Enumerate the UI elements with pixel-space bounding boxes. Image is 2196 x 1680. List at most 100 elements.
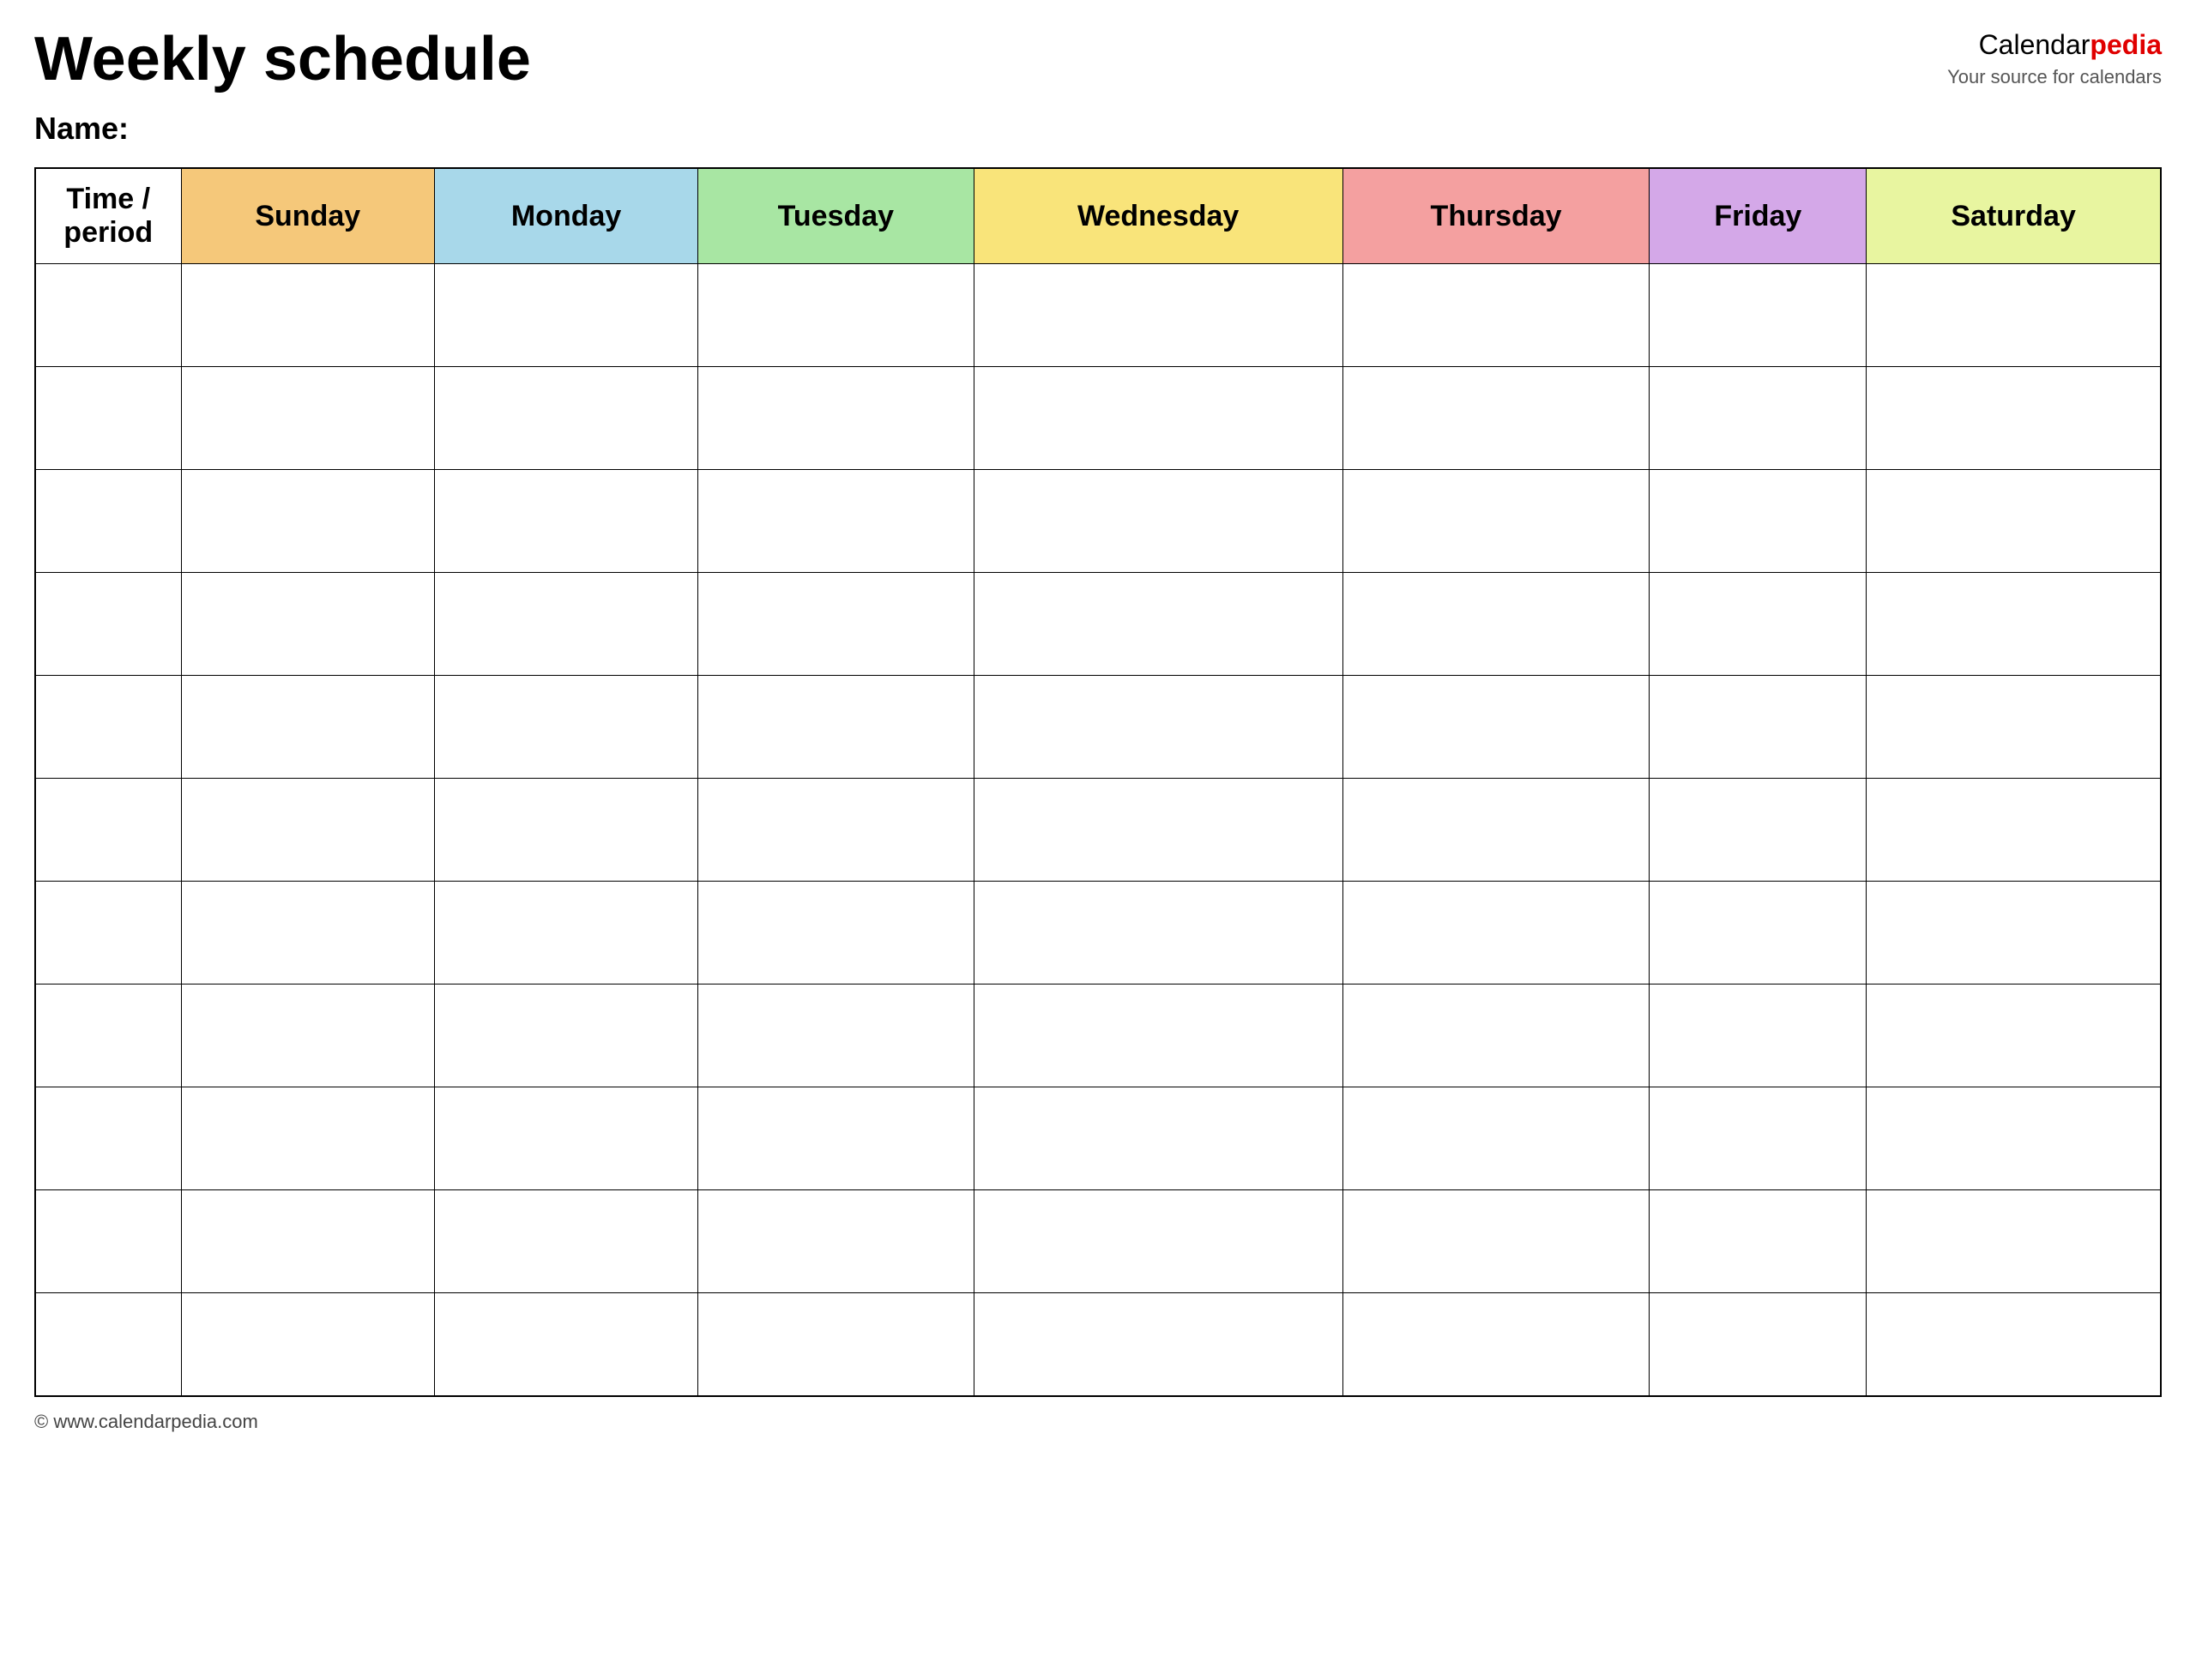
- table-cell[interactable]: [35, 1293, 181, 1396]
- name-label: Name:: [34, 111, 2162, 147]
- table-cell[interactable]: [435, 573, 698, 676]
- table-cell[interactable]: [35, 882, 181, 985]
- table-cell[interactable]: [698, 573, 974, 676]
- table-cell[interactable]: [974, 985, 1342, 1087]
- table-row: [35, 1293, 2161, 1396]
- table-cell[interactable]: [1650, 1190, 1867, 1293]
- table-cell[interactable]: [1867, 367, 2161, 470]
- table-cell[interactable]: [974, 470, 1342, 573]
- table-cell[interactable]: [1342, 985, 1650, 1087]
- table-cell[interactable]: [35, 367, 181, 470]
- table-cell[interactable]: [1650, 676, 1867, 779]
- table-row: [35, 779, 2161, 882]
- table-cell[interactable]: [1342, 779, 1650, 882]
- table-cell[interactable]: [35, 985, 181, 1087]
- table-cell[interactable]: [435, 882, 698, 985]
- table-cell[interactable]: [698, 470, 974, 573]
- brand-calendar: Calendar: [1979, 29, 2090, 60]
- table-cell[interactable]: [698, 779, 974, 882]
- table-cell[interactable]: [698, 882, 974, 985]
- table-cell[interactable]: [1867, 676, 2161, 779]
- table-cell[interactable]: [974, 367, 1342, 470]
- table-cell[interactable]: [698, 676, 974, 779]
- table-row: [35, 985, 2161, 1087]
- table-cell[interactable]: [181, 1293, 435, 1396]
- table-cell[interactable]: [435, 470, 698, 573]
- table-cell[interactable]: [1342, 1190, 1650, 1293]
- table-cell[interactable]: [1867, 985, 2161, 1087]
- table-cell[interactable]: [35, 264, 181, 367]
- table-cell[interactable]: [35, 1190, 181, 1293]
- table-cell[interactable]: [1342, 470, 1650, 573]
- table-cell[interactable]: [435, 264, 698, 367]
- table-cell[interactable]: [1867, 1293, 2161, 1396]
- table-cell[interactable]: [1867, 264, 2161, 367]
- brand-name: Calendarpedia: [1947, 26, 2162, 64]
- col-header-monday: Monday: [435, 168, 698, 264]
- table-cell[interactable]: [1867, 1087, 2161, 1190]
- col-header-friday: Friday: [1650, 168, 1867, 264]
- table-cell[interactable]: [181, 779, 435, 882]
- schedule-table: Time / period Sunday Monday Tuesday Wedn…: [34, 167, 2162, 1397]
- table-cell[interactable]: [698, 367, 974, 470]
- table-cell[interactable]: [1650, 1087, 1867, 1190]
- table-cell[interactable]: [974, 264, 1342, 367]
- table-cell[interactable]: [35, 779, 181, 882]
- table-cell[interactable]: [1342, 1087, 1650, 1190]
- table-cell[interactable]: [1342, 264, 1650, 367]
- table-cell[interactable]: [974, 1293, 1342, 1396]
- table-cell[interactable]: [974, 1190, 1342, 1293]
- table-cell[interactable]: [698, 264, 974, 367]
- table-cell[interactable]: [1650, 573, 1867, 676]
- table-cell[interactable]: [35, 573, 181, 676]
- table-cell[interactable]: [1650, 264, 1867, 367]
- table-cell[interactable]: [974, 882, 1342, 985]
- table-cell[interactable]: [181, 573, 435, 676]
- table-cell[interactable]: [1342, 882, 1650, 985]
- table-cell[interactable]: [1650, 985, 1867, 1087]
- table-cell[interactable]: [181, 1087, 435, 1190]
- table-cell[interactable]: [698, 1293, 974, 1396]
- table-cell[interactable]: [698, 1190, 974, 1293]
- table-cell[interactable]: [1867, 573, 2161, 676]
- table-cell[interactable]: [698, 1087, 974, 1190]
- table-cell[interactable]: [1650, 470, 1867, 573]
- table-cell[interactable]: [1342, 676, 1650, 779]
- table-cell[interactable]: [974, 573, 1342, 676]
- col-header-time: Time / period: [35, 168, 181, 264]
- table-cell[interactable]: [974, 1087, 1342, 1190]
- table-cell[interactable]: [435, 676, 698, 779]
- table-cell[interactable]: [35, 676, 181, 779]
- table-cell[interactable]: [1867, 470, 2161, 573]
- table-cell[interactable]: [435, 367, 698, 470]
- page-title: Weekly schedule: [34, 26, 531, 93]
- table-cell[interactable]: [1650, 779, 1867, 882]
- table-cell[interactable]: [435, 1293, 698, 1396]
- table-cell[interactable]: [1867, 882, 2161, 985]
- table-cell[interactable]: [35, 1087, 181, 1190]
- table-cell[interactable]: [181, 882, 435, 985]
- table-cell[interactable]: [1342, 1293, 1650, 1396]
- table-cell[interactable]: [435, 1190, 698, 1293]
- table-cell[interactable]: [435, 1087, 698, 1190]
- brand-pedia: pedia: [2090, 29, 2162, 60]
- table-cell[interactable]: [974, 779, 1342, 882]
- table-cell[interactable]: [181, 470, 435, 573]
- table-cell[interactable]: [181, 676, 435, 779]
- table-cell[interactable]: [1650, 367, 1867, 470]
- table-cell[interactable]: [181, 1190, 435, 1293]
- table-cell[interactable]: [1342, 573, 1650, 676]
- table-cell[interactable]: [1650, 882, 1867, 985]
- table-cell[interactable]: [1342, 367, 1650, 470]
- table-cell[interactable]: [35, 470, 181, 573]
- table-cell[interactable]: [181, 367, 435, 470]
- table-cell[interactable]: [435, 985, 698, 1087]
- table-cell[interactable]: [1867, 779, 2161, 882]
- table-cell[interactable]: [698, 985, 974, 1087]
- table-cell[interactable]: [181, 985, 435, 1087]
- table-cell[interactable]: [1650, 1293, 1867, 1396]
- table-cell[interactable]: [181, 264, 435, 367]
- table-cell[interactable]: [1867, 1190, 2161, 1293]
- table-cell[interactable]: [435, 779, 698, 882]
- table-cell[interactable]: [974, 676, 1342, 779]
